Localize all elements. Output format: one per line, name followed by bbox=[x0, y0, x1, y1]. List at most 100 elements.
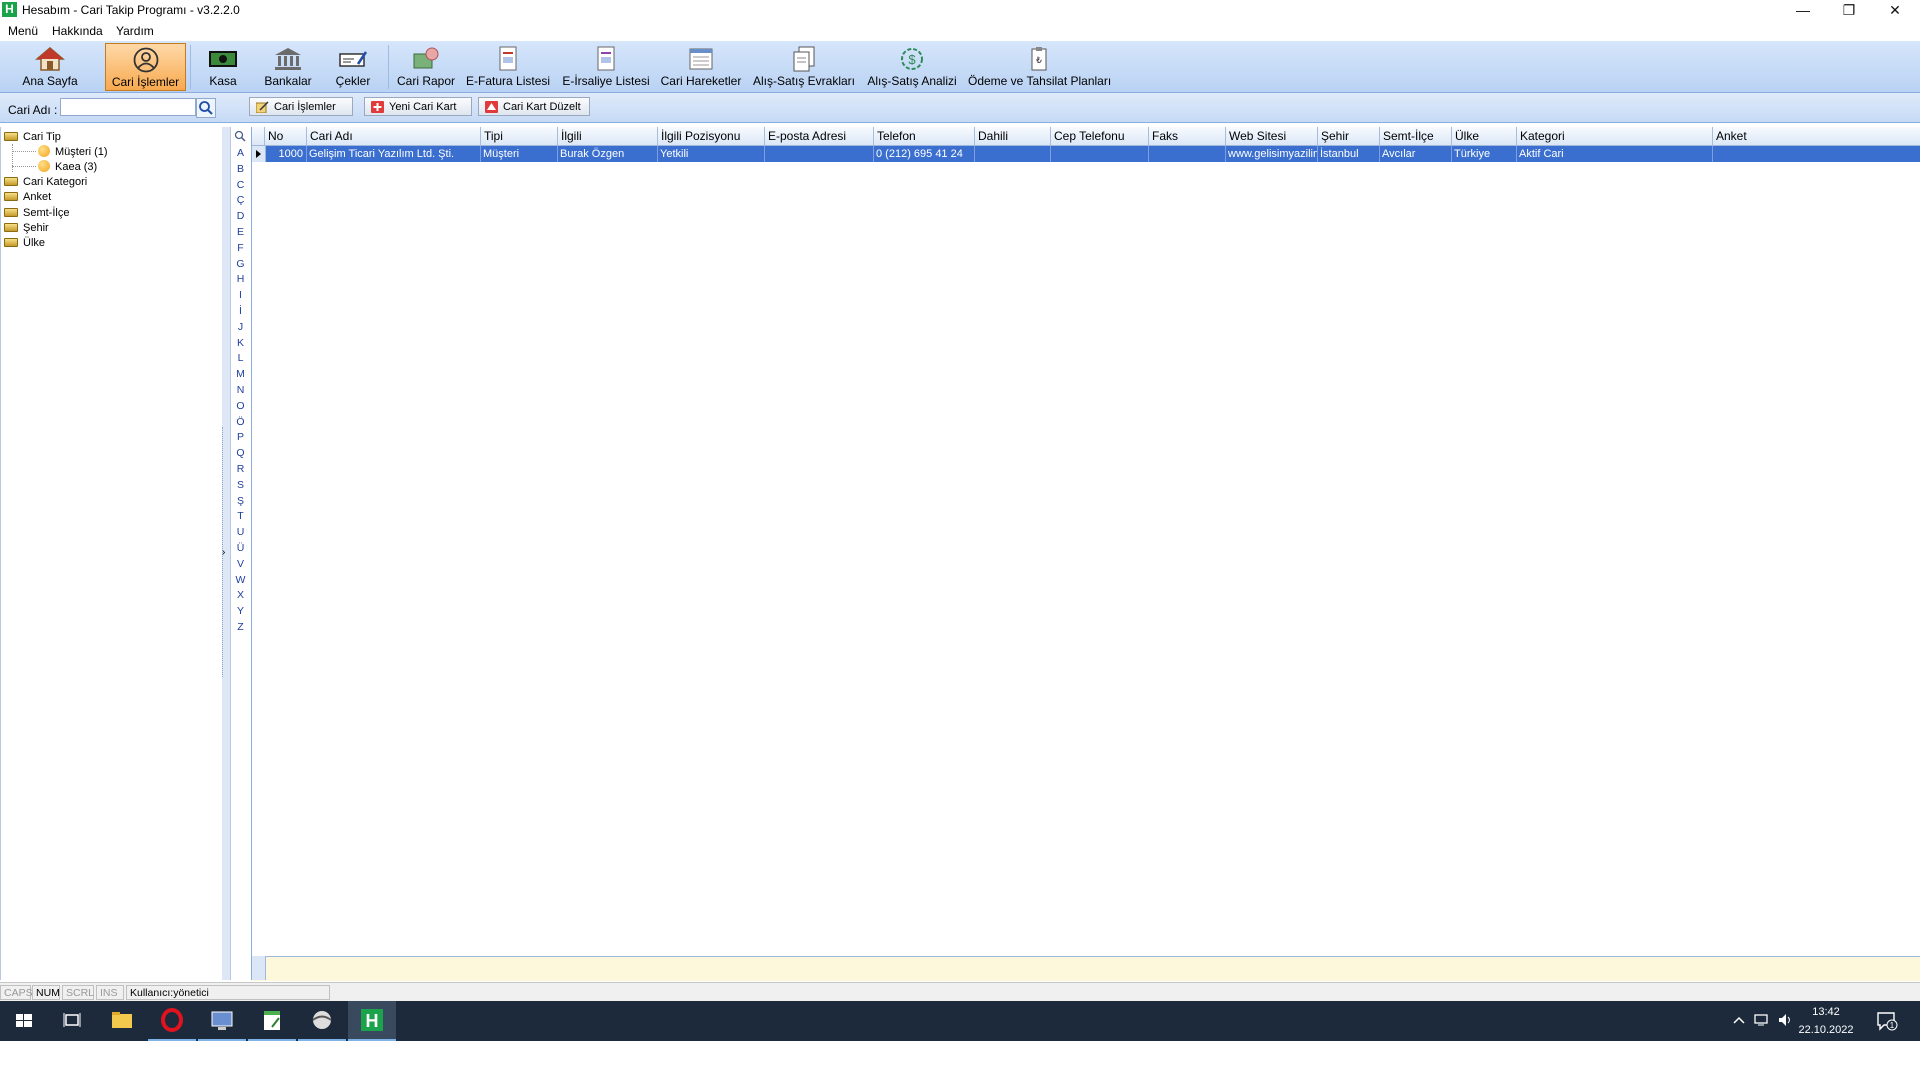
letter-filter[interactable]: T bbox=[231, 510, 250, 522]
letter-filter[interactable]: U bbox=[231, 526, 250, 538]
cell-city[interactable]: İstanbul bbox=[1318, 146, 1380, 162]
cell-district[interactable]: Avcılar bbox=[1380, 146, 1452, 162]
network-status-button[interactable] bbox=[1754, 1013, 1770, 1030]
letter-filter[interactable]: K bbox=[231, 337, 250, 349]
column-header-account-name[interactable]: Cari Adı bbox=[307, 127, 481, 145]
notepad-button[interactable] bbox=[248, 1001, 296, 1041]
menu-item-about[interactable]: Hakkında bbox=[52, 24, 103, 38]
letter-filter[interactable]: W bbox=[231, 574, 250, 586]
letter-filter[interactable]: Ç bbox=[231, 194, 250, 206]
letter-filter[interactable]: B bbox=[231, 163, 250, 175]
letter-filter[interactable]: G bbox=[231, 258, 250, 270]
minimize-button[interactable]: — bbox=[1780, 0, 1826, 20]
letter-filter[interactable]: V bbox=[231, 558, 250, 570]
letter-filter[interactable]: A bbox=[231, 147, 250, 159]
letter-filter[interactable]: Y bbox=[231, 605, 250, 617]
app-window-button[interactable] bbox=[198, 1001, 246, 1041]
cell-contact[interactable]: Burak Özgen bbox=[558, 146, 658, 162]
taskbar-clock[interactable]: 13:42 22.10.2022 bbox=[1786, 1006, 1866, 1036]
hesabim-app-button[interactable]: H bbox=[348, 1001, 396, 1041]
column-header-mobile[interactable]: Cep Telefonu bbox=[1051, 127, 1149, 145]
letter-filter[interactable]: L bbox=[231, 352, 250, 364]
letter-filter[interactable]: J bbox=[231, 321, 250, 333]
tree-node-survey[interactable]: Anket bbox=[4, 191, 51, 203]
column-header-no[interactable]: No bbox=[265, 127, 307, 145]
column-header-contact-position[interactable]: İlgili Pozisyonu bbox=[658, 127, 765, 145]
cell-category[interactable]: Aktif Cari bbox=[1517, 146, 1713, 162]
purchase-sales-analysis-button[interactable]: $ Alış-Satış Analizi bbox=[864, 43, 960, 91]
tree-node-country[interactable]: Ülke bbox=[4, 237, 45, 249]
e-invoice-list-button[interactable]: E-Fatura Listesi bbox=[466, 43, 550, 91]
cell-mobile[interactable] bbox=[1051, 146, 1149, 162]
home-button[interactable]: Ana Sayfa bbox=[10, 43, 90, 91]
row-indicator[interactable] bbox=[252, 146, 266, 162]
action-center-button[interactable]: 1 bbox=[1876, 1011, 1898, 1034]
column-header-extension[interactable]: Dahili bbox=[975, 127, 1051, 145]
letter-filter[interactable]: R bbox=[231, 463, 250, 475]
letter-filter[interactable]: E bbox=[231, 226, 250, 238]
letter-filter[interactable]: Ö bbox=[231, 416, 250, 428]
column-header-phone[interactable]: Telefon bbox=[874, 127, 975, 145]
cell-no[interactable]: 1000 bbox=[265, 146, 307, 162]
cell-email[interactable] bbox=[765, 146, 874, 162]
task-view-button[interactable] bbox=[48, 1001, 96, 1041]
column-header-email[interactable]: E-posta Adresi bbox=[765, 127, 874, 145]
cell-extension[interactable] bbox=[975, 146, 1051, 162]
menu-item-menu[interactable]: Menü bbox=[8, 24, 38, 38]
letter-filter[interactable]: C bbox=[231, 179, 250, 191]
account-transactions-button[interactable]: Cari Hareketler bbox=[660, 43, 742, 91]
letter-filter[interactable]: I bbox=[231, 289, 250, 301]
cell-survey[interactable] bbox=[1713, 146, 1920, 162]
tree-node-kaea[interactable]: Kaea (3) bbox=[38, 160, 97, 173]
menu-item-help[interactable]: Yardım bbox=[116, 24, 154, 38]
letter-filter[interactable]: P bbox=[231, 431, 250, 443]
show-hidden-icons-button[interactable] bbox=[1732, 1013, 1746, 1030]
tree-node-district[interactable]: Semt-İlçe bbox=[4, 207, 69, 219]
file-explorer-button[interactable] bbox=[98, 1001, 146, 1041]
opera-browser-button[interactable] bbox=[148, 1001, 196, 1041]
edit-account-card-button[interactable]: Cari Kart Düzelt bbox=[478, 97, 590, 116]
letter-filter[interactable]: N bbox=[231, 384, 250, 396]
search-button[interactable] bbox=[196, 98, 216, 118]
letter-filter[interactable]: D bbox=[231, 210, 250, 222]
letter-filter[interactable]: F bbox=[231, 242, 250, 254]
letter-filter[interactable]: H bbox=[231, 273, 250, 285]
tree-node-city[interactable]: Şehir bbox=[4, 222, 49, 234]
tree-node-account-type[interactable]: Cari Tip bbox=[4, 131, 61, 143]
letter-filter[interactable]: M bbox=[231, 368, 250, 380]
account-report-button[interactable]: Cari Rapor bbox=[394, 43, 458, 91]
accounts-button[interactable]: Cari İşlemler bbox=[105, 43, 186, 91]
column-header-website[interactable]: Web Sitesi bbox=[1226, 127, 1318, 145]
cell-website[interactable]: www.gelisimyazilim bbox=[1226, 146, 1318, 162]
account-operations-button[interactable]: Cari İşlemler bbox=[249, 97, 353, 116]
letter-filter[interactable]: Ü bbox=[231, 542, 250, 554]
column-header-type[interactable]: Tipi bbox=[481, 127, 558, 145]
cell-type[interactable]: Müşteri bbox=[481, 146, 558, 162]
banks-button[interactable]: Bankalar bbox=[260, 43, 316, 91]
column-header-survey[interactable]: Anket bbox=[1713, 127, 1920, 145]
column-header-country[interactable]: Ülke bbox=[1452, 127, 1517, 145]
column-header-city[interactable]: Şehir bbox=[1318, 127, 1380, 145]
column-header-category[interactable]: Kategori bbox=[1517, 127, 1713, 145]
search-icon[interactable] bbox=[234, 130, 247, 143]
table-row[interactable]: 1000 Gelişim Ticari Yazılım Ltd. Şti. Mü… bbox=[252, 146, 1920, 162]
payment-collection-plans-button[interactable]: ₺ Ödeme ve Tahsilat Planları bbox=[968, 43, 1111, 91]
column-header-fax[interactable]: Faks bbox=[1149, 127, 1226, 145]
restore-button[interactable]: ❐ bbox=[1826, 0, 1872, 20]
cheques-button[interactable]: Çekler bbox=[326, 43, 380, 91]
letter-filter[interactable]: O bbox=[231, 400, 250, 412]
cell-contact-position[interactable]: Yetkili bbox=[658, 146, 765, 162]
letter-filter[interactable]: Z bbox=[231, 621, 250, 633]
tree-node-customer[interactable]: Müşteri (1) bbox=[38, 145, 108, 158]
chevron-right-icon[interactable]: › bbox=[222, 547, 225, 558]
new-account-card-button[interactable]: Yeni Cari Kart bbox=[364, 97, 472, 116]
network-app-button[interactable] bbox=[298, 1001, 346, 1041]
letter-filter[interactable]: Q bbox=[231, 447, 250, 459]
start-button[interactable] bbox=[0, 1001, 48, 1041]
tree-node-account-category[interactable]: Cari Kategori bbox=[4, 176, 87, 188]
purchase-sales-documents-button[interactable]: Alış-Satış Evrakları bbox=[752, 43, 856, 91]
cell-country[interactable]: Türkiye bbox=[1452, 146, 1517, 162]
e-waybill-list-button[interactable]: E-İrsaliye Listesi bbox=[562, 43, 650, 91]
cell-account-name[interactable]: Gelişim Ticari Yazılım Ltd. Şti. bbox=[307, 146, 481, 162]
letter-filter[interactable]: İ bbox=[231, 305, 250, 317]
